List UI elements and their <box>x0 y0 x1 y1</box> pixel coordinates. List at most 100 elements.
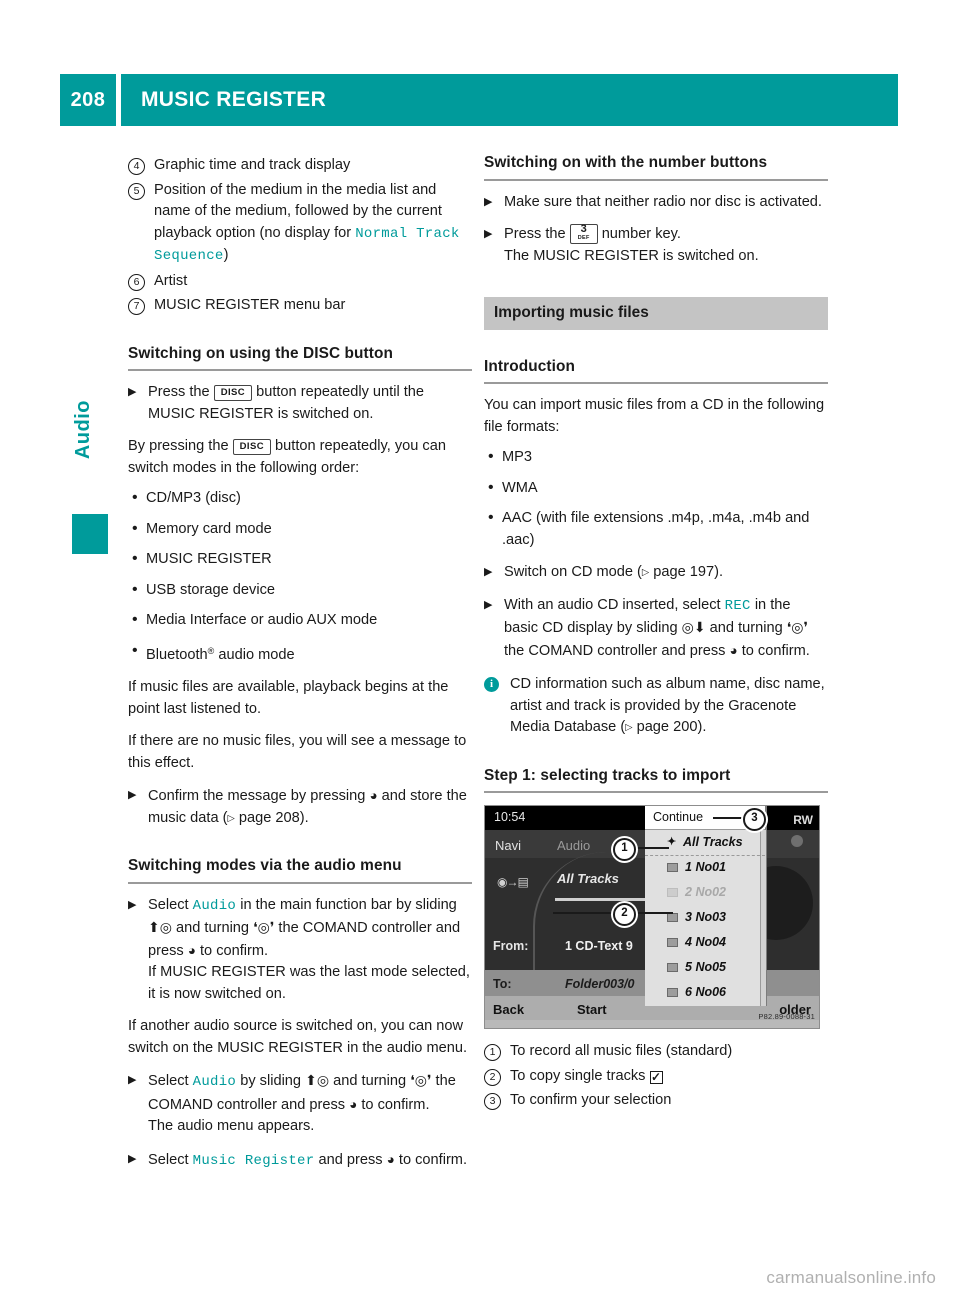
track-checkbox-icon[interactable] <box>667 888 678 897</box>
track-checkbox-icon[interactable] <box>667 938 678 947</box>
callout-item: 4 Graphic time and track display <box>128 155 472 177</box>
track-list-item[interactable]: 1 No01 <box>645 855 765 880</box>
all-tracks-marker-icon: ✦ <box>667 835 677 848</box>
callout-item: 7 MUSIC REGISTER menu bar <box>128 295 472 317</box>
image-reference-code: P82.89-0088-31 <box>758 1011 815 1021</box>
comand-press-icon: ◕ <box>386 1151 395 1167</box>
list-item: MUSIC REGISTER <box>128 548 472 571</box>
status-time: 10:54 <box>494 810 526 825</box>
step-text-tail: to confirm. <box>741 642 810 659</box>
heading-audio-menu: Switching modes via the audio menu <box>128 855 472 884</box>
from-label: From: <box>493 939 529 953</box>
callout-item: 5 Position of the medium in the media li… <box>128 180 472 268</box>
number-key-3[interactable]: 3 DEF <box>569 224 598 244</box>
note-text-tail: ). <box>697 719 707 735</box>
leader-line-1 <box>631 847 669 849</box>
track-name: No04 <box>695 934 727 949</box>
callout-number: 4 <box>128 158 145 175</box>
callout-number: 7 <box>128 298 145 315</box>
step-confirm-message: Confirm the message by pressing ◕ and st… <box>128 785 472 829</box>
paragraph-playback-resume: If music files are available, playback b… <box>128 679 449 717</box>
menu-item-navi[interactable]: Navi <box>495 835 521 857</box>
callout-text-tail: ) <box>223 247 229 263</box>
callout-number: 6 <box>128 273 145 291</box>
track-list-item-all[interactable]: ✦ All Tracks <box>645 830 765 856</box>
step-text-tail: number key. <box>601 226 681 242</box>
back-button[interactable]: Back <box>493 999 524 1021</box>
mode-label: Bluetooth <box>146 646 208 663</box>
mode-label: CD/MP3 (disc) <box>146 490 241 506</box>
comand-press-icon: ◕ <box>729 642 738 658</box>
step-text-mid3: the COMAND controller and press <box>504 642 726 659</box>
format-label: WMA <box>502 479 538 496</box>
comand-press-icon: ◕ <box>187 942 196 958</box>
menu-item-audio[interactable]: Audio <box>557 835 590 857</box>
page-reference: ▷ page 197 <box>642 564 714 580</box>
track-list-item[interactable]: 5 No05 <box>645 955 765 980</box>
track-list-item[interactable]: 2 No02 <box>645 880 765 905</box>
comand-turn-icon: ❛◎❜ <box>786 619 809 635</box>
page-ref-arrow-icon: ▷ <box>227 812 235 824</box>
track-name: No06 <box>695 984 727 999</box>
paragraph-another-source: If another audio source is switched on, … <box>128 1018 468 1056</box>
paragraph-mode-order: By pressing the DISC button repeatedly, … <box>128 436 472 479</box>
page-ref-label: page 197 <box>653 564 715 580</box>
step-note: If MUSIC REGISTER was the last mode sele… <box>148 964 470 1002</box>
callout-number: 3 <box>484 1093 501 1110</box>
step-text-tail: to confirm. <box>199 942 269 959</box>
step-text-tail: to confirm. <box>361 1096 430 1113</box>
step-text: Press the <box>148 384 210 400</box>
step-text-tail: to confirm. <box>398 1151 468 1168</box>
step-text-tail: ). <box>714 564 724 580</box>
callout-item: 6 Artist <box>128 271 472 293</box>
list-item: WMA <box>484 477 828 500</box>
rec-option-value: REC <box>724 597 751 614</box>
mode-label: Media Interface or audio AUX mode <box>146 612 378 628</box>
track-checkbox-icon[interactable] <box>667 963 678 972</box>
track-list-item[interactable]: 4 No04 <box>645 930 765 955</box>
step-switch-cd-mode: Switch on CD mode (▷ page 197). <box>484 562 828 584</box>
step-select-audio-main-bar: Select Audio in the main function bar by… <box>128 895 472 1006</box>
comand-slide-up-icon: ⬆◎ <box>148 919 172 935</box>
page-reference: ▷ page 208 <box>227 810 299 826</box>
disc-button-key[interactable]: DISC <box>232 439 271 455</box>
step-text: Select <box>148 1151 189 1168</box>
comand-turn-icon: ❛◎❜ <box>410 1072 432 1088</box>
track-list-item[interactable]: 6 No06 <box>645 980 765 1005</box>
track-checkbox-icon[interactable] <box>667 913 678 922</box>
step-text: Confirm the message by pressing <box>148 788 366 804</box>
track-name: No02 <box>695 884 727 899</box>
step-text-tail: ). <box>299 809 309 826</box>
step-text-mid: and press <box>318 1151 383 1168</box>
step-text-mid: in the main function bar by sliding <box>240 896 457 913</box>
track-checkbox-icon[interactable] <box>667 988 678 997</box>
checked-checkbox-icon: ✓ <box>649 1069 663 1084</box>
step-text-mid: by sliding <box>240 1073 302 1089</box>
heading-disc-button: Switching on using the DISC button <box>128 343 472 371</box>
callout-item: 1 To record all music files (standard) <box>484 1041 828 1063</box>
track-checkbox-icon[interactable] <box>667 863 678 872</box>
callout-text: Graphic time and track display <box>154 157 351 173</box>
heading-importing-music-files: Importing music files <box>484 297 828 330</box>
start-button[interactable]: Start <box>577 999 607 1021</box>
copy-disc-icon: ◉→▤ <box>497 875 529 889</box>
from-value: 1 CD-Text 9 <box>565 939 633 953</box>
comand-press-icon: ◕ <box>349 1096 358 1112</box>
page-ref-label: page 208 <box>238 809 300 826</box>
callout-text: Artist <box>154 272 188 289</box>
track-name: All Tracks <box>683 834 743 849</box>
heading-step1-select-tracks: Step 1: selecting tracks to import <box>484 765 828 793</box>
callout-item: 3 To confirm your selection <box>484 1090 828 1112</box>
list-item: USB storage device <box>128 579 472 602</box>
list-item: CD/MP3 (disc) <box>128 487 472 510</box>
callout-text: To record all music files (standard) <box>510 1043 733 1059</box>
page-number: 208 <box>60 74 116 126</box>
step-text: Select <box>148 896 189 913</box>
format-label: MP3 <box>502 449 533 465</box>
page-ref-arrow-icon: ▷ <box>641 567 650 578</box>
callout-text: To confirm your selection <box>510 1092 672 1108</box>
status-right-label: RW <box>793 813 813 827</box>
comand-turn-icon: ❛◎❜ <box>253 919 275 935</box>
track-list-item[interactable]: 3 No03 <box>645 905 765 930</box>
disc-button-key[interactable]: DISC <box>213 385 253 401</box>
